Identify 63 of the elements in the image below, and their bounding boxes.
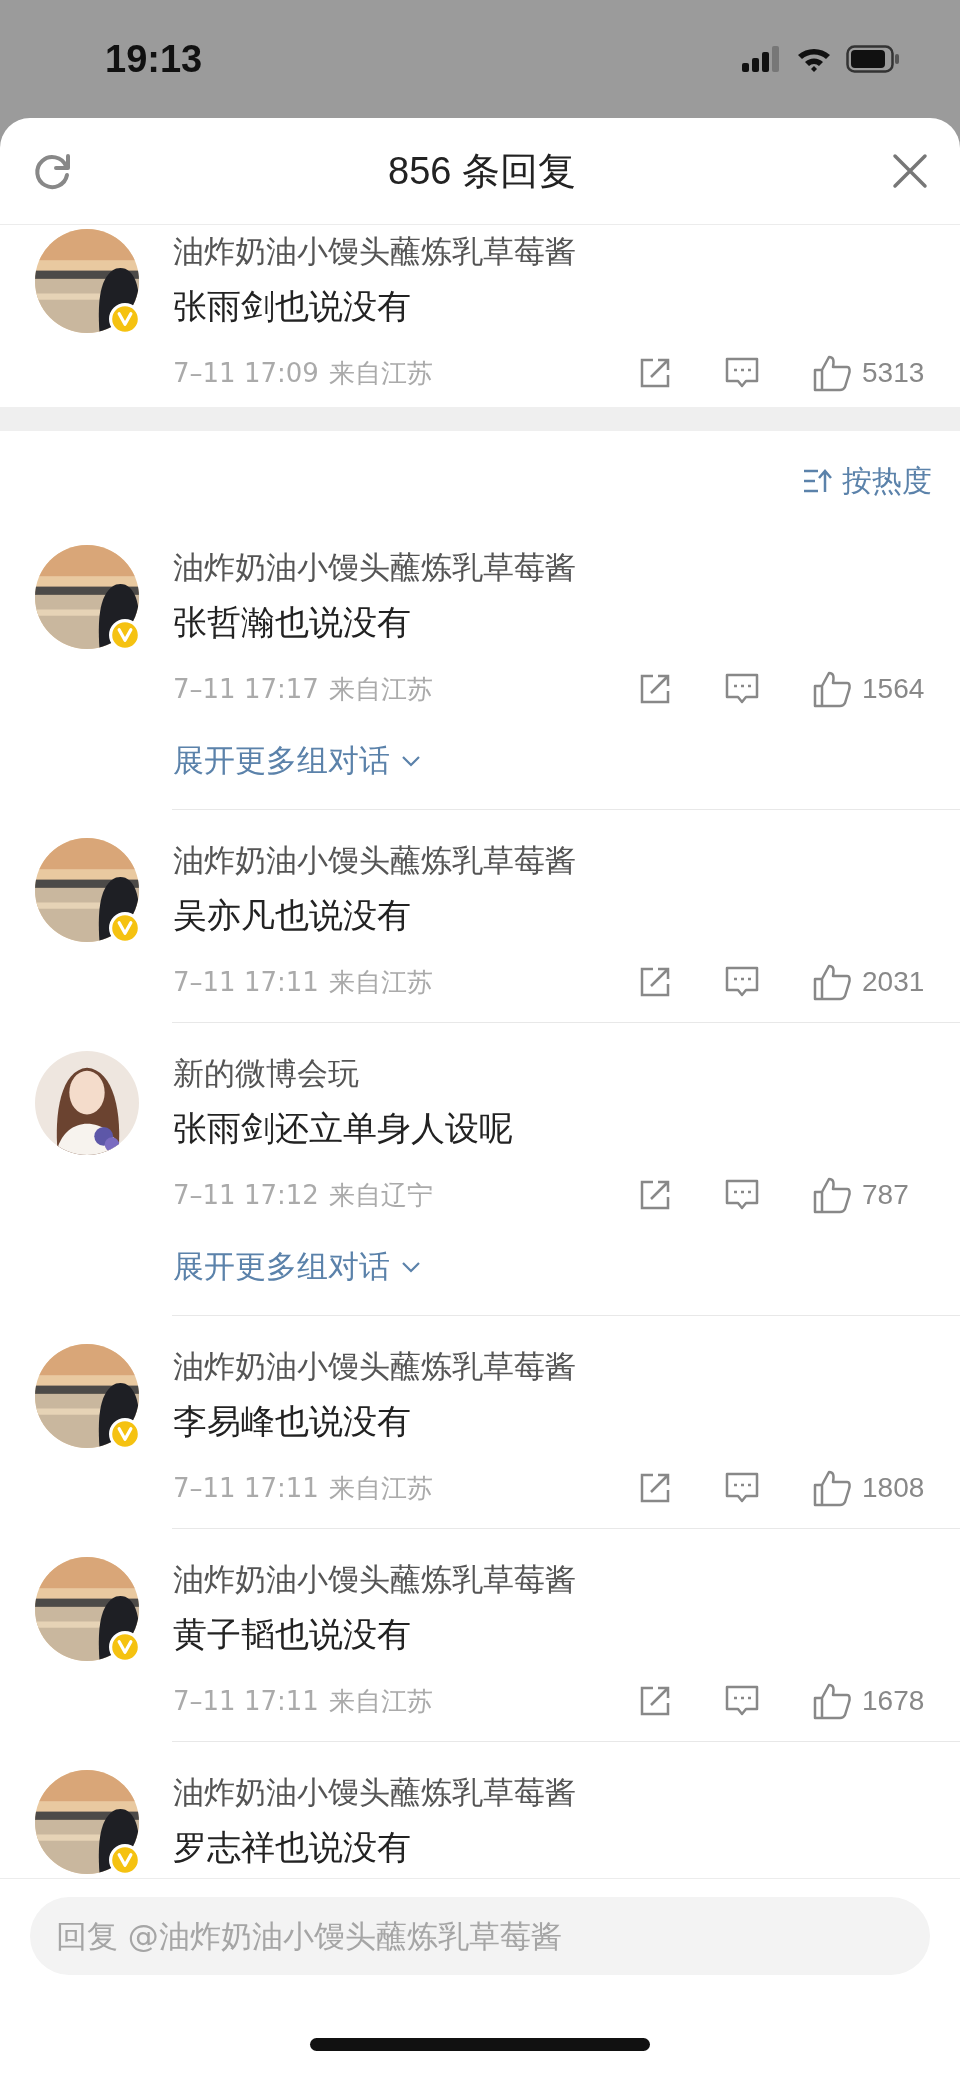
expand-link[interactable]: 展开更多组对话 bbox=[173, 739, 422, 783]
signal-icon bbox=[742, 46, 782, 72]
like-button[interactable]: 1564 bbox=[812, 670, 932, 708]
comment-icon[interactable] bbox=[724, 672, 760, 706]
comment-time: 7–11 17:11 bbox=[173, 967, 319, 997]
comment-text: 黄子韬也说没有 bbox=[173, 1613, 412, 1656]
user-name[interactable]: 油炸奶油小馒头蘸炼乳草莓酱 bbox=[173, 1344, 960, 1388]
comment-location: 来自江苏 bbox=[328, 965, 433, 999]
user-name[interactable]: 油炸奶油小馒头蘸炼乳草莓酱 bbox=[173, 229, 960, 273]
sheet-title: 856 条回复 bbox=[388, 148, 576, 194]
comment-time: 7–11 17:09 bbox=[173, 358, 319, 388]
like-button[interactable]: 787 bbox=[812, 1176, 932, 1214]
share-icon[interactable] bbox=[638, 1178, 672, 1212]
thumbs-up-icon[interactable] bbox=[812, 1176, 852, 1214]
comment-text: 李易峰也说没有 bbox=[173, 1400, 412, 1443]
thumbs-up-icon[interactable] bbox=[812, 1682, 852, 1720]
share-icon[interactable] bbox=[638, 965, 672, 999]
like-button[interactable]: 5313 bbox=[812, 354, 932, 392]
comment-icon[interactable] bbox=[724, 965, 760, 999]
comment-icon[interactable] bbox=[724, 1178, 760, 1212]
share-icon[interactable] bbox=[638, 1471, 672, 1505]
chevron-down-icon[interactable] bbox=[400, 754, 422, 768]
comment-icon[interactable] bbox=[724, 1471, 760, 1505]
comment-time: 7–11 17:11 bbox=[173, 1686, 319, 1716]
clock-time: 19:13 bbox=[105, 37, 203, 81]
comment-location: 来自江苏 bbox=[328, 672, 433, 706]
sort-icon[interactable] bbox=[802, 468, 832, 494]
reply-field[interactable]: 回复 @油炸奶油小馒头蘸炼乳草莓酱 bbox=[30, 1897, 930, 1975]
sort-button[interactable]: 按热度 bbox=[802, 463, 932, 499]
chevron-down-icon[interactable] bbox=[400, 1260, 422, 1274]
comment-text: 张哲瀚也说没有 bbox=[173, 601, 412, 644]
comment-icon[interactable] bbox=[724, 356, 760, 390]
comment-time: 7–11 17:12 bbox=[173, 1180, 319, 1210]
comment-text: 张雨剑还立单身人设呢 bbox=[173, 1107, 514, 1150]
wifi-icon bbox=[796, 46, 832, 72]
comment-location: 来自江苏 bbox=[328, 356, 433, 390]
user-name[interactable]: 油炸奶油小馒头蘸炼乳草莓酱 bbox=[173, 545, 960, 589]
user-name[interactable]: 油炸奶油小馒头蘸炼乳草莓酱 bbox=[173, 1770, 960, 1814]
comment-text: 罗志祥也说没有 bbox=[173, 1826, 412, 1869]
close-icon[interactable] bbox=[890, 151, 930, 191]
like-button[interactable]: 1678 bbox=[812, 1682, 932, 1720]
share-icon[interactable] bbox=[638, 672, 672, 706]
comment-text: 张雨剑也说没有 bbox=[173, 285, 412, 328]
user-name[interactable]: 新的微博会玩 bbox=[173, 1051, 960, 1095]
user-name[interactable]: 油炸奶油小馒头蘸炼乳草莓酱 bbox=[173, 838, 960, 882]
comment-location: 来自江苏 bbox=[328, 1471, 433, 1505]
comment-time: 7–11 17:17 bbox=[173, 674, 319, 704]
user-name[interactable]: 油炸奶油小馒头蘸炼乳草莓酱 bbox=[173, 1557, 960, 1601]
battery-icon bbox=[846, 45, 900, 73]
comment-location: 来自江苏 bbox=[328, 1684, 433, 1718]
like-button[interactable]: 1808 bbox=[812, 1469, 932, 1507]
thumbs-up-icon[interactable] bbox=[812, 670, 852, 708]
thumbs-up-icon[interactable] bbox=[812, 963, 852, 1001]
comment-location: 来自辽宁 bbox=[328, 1178, 433, 1212]
share-icon[interactable] bbox=[638, 356, 672, 390]
expand-link[interactable]: 展开更多组对话 bbox=[173, 1245, 422, 1289]
thumbs-up-icon[interactable] bbox=[812, 354, 852, 392]
comment-text: 吴亦凡也说没有 bbox=[173, 894, 412, 937]
share-icon[interactable] bbox=[638, 1684, 672, 1718]
like-button[interactable]: 2031 bbox=[812, 963, 932, 1001]
thumbs-up-icon[interactable] bbox=[812, 1469, 852, 1507]
comment-time: 7–11 17:11 bbox=[173, 1473, 319, 1503]
comment-icon[interactable] bbox=[724, 1684, 760, 1718]
